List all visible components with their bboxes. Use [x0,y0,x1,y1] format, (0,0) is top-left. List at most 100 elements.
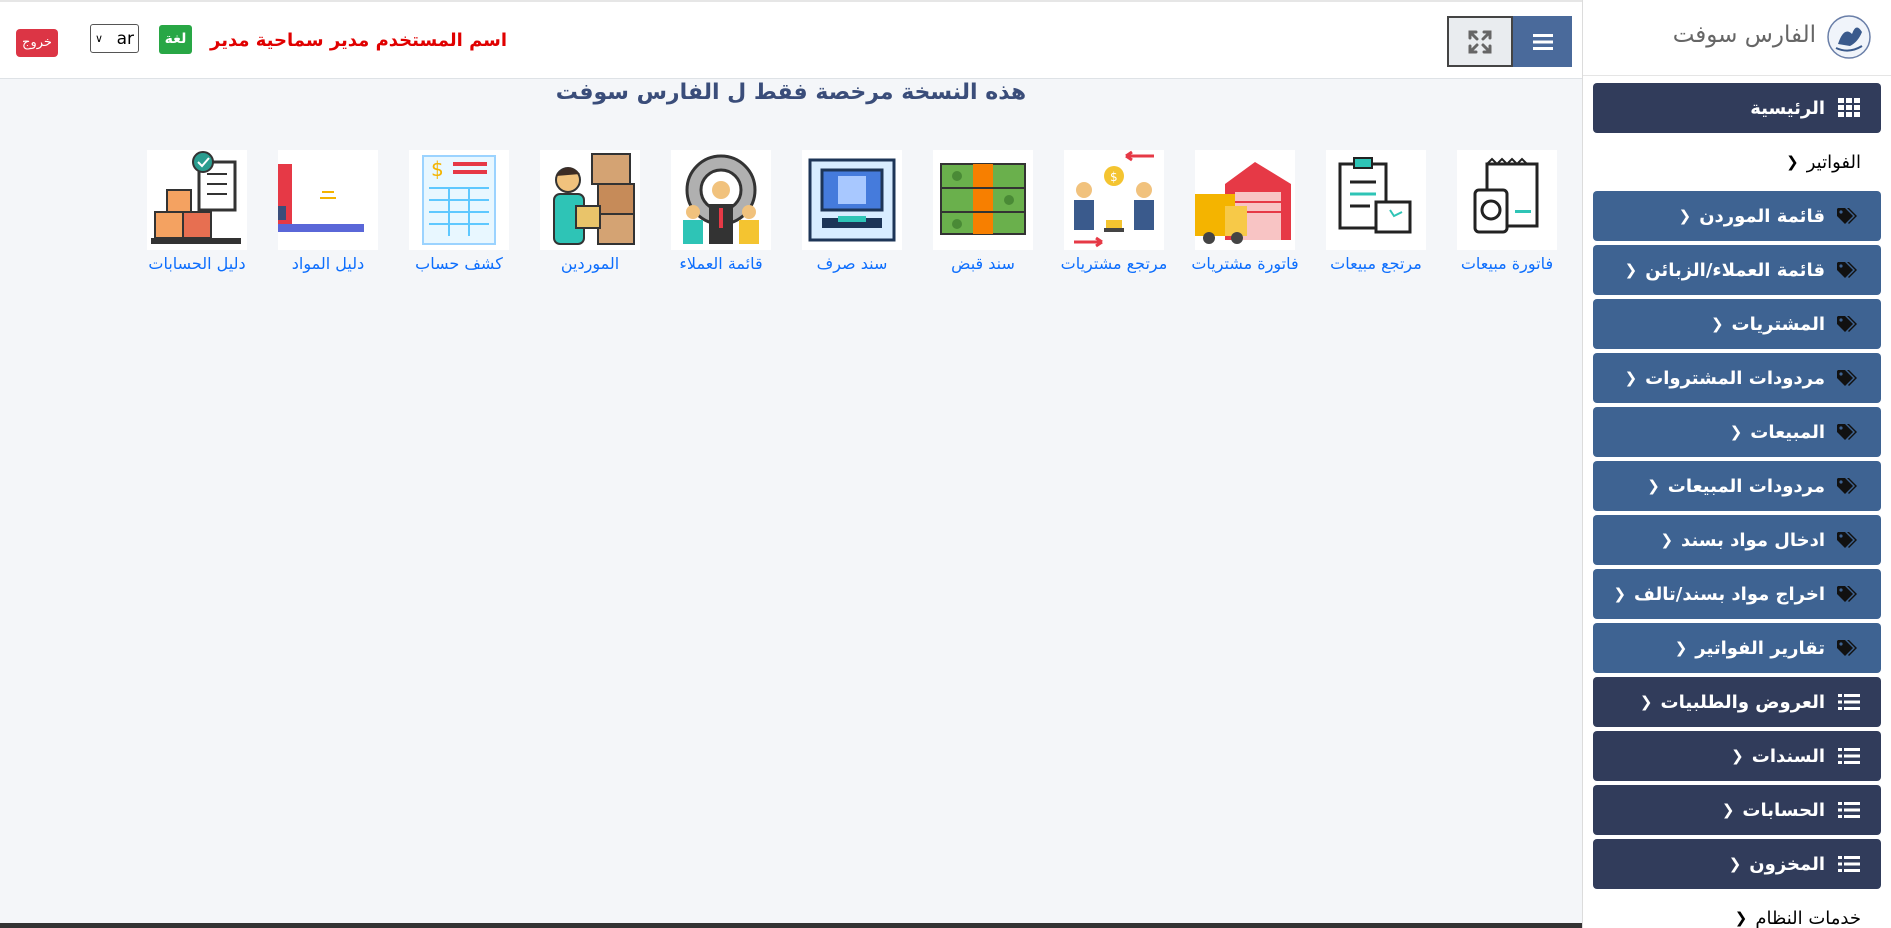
sales-return-icon [1338,157,1412,234]
chevron-down-icon: ∨ [95,32,104,45]
grid-icon [1837,98,1861,118]
sidebar-item-label: مردودات المشتروات [1645,367,1825,389]
language-badge: لغة [159,25,192,54]
payment-voucher-icon [808,158,896,242]
shortcut-label: فاتورة مبيعات [1460,254,1554,273]
username-label: اسم المستخدم مدير [329,30,508,51]
sidebar-item-label: ادخال مواد بسند [1681,529,1825,551]
tag-icon [1837,260,1861,280]
chevron-left-icon: ❮ [1624,369,1638,387]
shortcut-purchase-return[interactable]: $ مرتجع مشتريات [1049,150,1179,273]
shortcut-purchase-invoice[interactable]: فاتورة مشتريات [1180,150,1310,273]
suppliers-icon [553,153,635,245]
sidebar-nav: الرئيسية الفواتير ❮ قائمة الموردن ❮ قائم… [1593,83,1881,928]
sidebar-item-customers-list[interactable]: قائمة العملاء/الزبائن ❮ [1593,245,1881,295]
sidebar-item-vouchers[interactable]: السندات ❮ [1593,731,1881,781]
sidebar-item-label: اخراج مواد بسند/تالف [1634,583,1825,605]
receipt-voucher-icon [940,163,1026,235]
sidebar-item-sales-returns[interactable]: مردودات المبيعات ❮ [1593,461,1881,511]
sidebar-item-label: قائمة الموردن [1699,205,1825,227]
shortcut-label: دليل المواد [291,254,365,273]
chevron-left-icon: ❮ [1678,207,1692,225]
tag-icon [1837,368,1861,388]
user-info: اسم المستخدم مدير سماحية مدير [194,30,507,51]
sidebar-item-label: قائمة العملاء/الزبائن [1645,259,1825,281]
customers-icon [683,154,759,244]
brand-name: الفارس سوفت [1672,22,1816,48]
shortcut-label: كشف حساب [415,254,503,273]
shortcut-account-statement[interactable]: $ كشف حساب [394,150,524,273]
menu-toggle-button[interactable] [1513,16,1572,67]
shortcut-grid: فاتورة مبيعات مرتجع مبيعات فاتورة مشتريا… [0,150,1582,280]
sidebar-item-suppliers-list[interactable]: قائمة الموردن ❮ [1593,191,1881,241]
permission-label: سماحية مدير [210,30,324,51]
sidebar-item-materials-out[interactable]: اخراج مواد بسند/تالف ❮ [1593,569,1881,619]
sidebar-item-label: المشتريات [1731,313,1825,335]
shortcut-receipt-voucher[interactable]: سند قبض [918,150,1048,273]
tag-icon [1837,206,1861,226]
tag-icon [1837,584,1861,604]
shortcut-label: قائمة العملاء [679,254,763,273]
shortcut-label: مرتجع مشتريات [1060,254,1168,273]
sidebar-item-home[interactable]: الرئيسية [1593,83,1881,133]
license-notice: هذه النسخة مرخصة فقط ل الفارس سوفت [555,80,1027,105]
tag-icon [1837,530,1861,550]
expand-icon [1468,30,1492,53]
shortcut-label: فاتورة مشتريات [1191,254,1299,273]
tag-icon [1837,422,1861,442]
shortcut-sales-invoice[interactable]: فاتورة مبيعات [1442,150,1572,273]
chevron-left-icon: ❮ [1647,477,1660,495]
sidebar-item-label: العروض والطلبيات [1660,691,1826,713]
materials-guide-icon [278,164,364,232]
sidebar-item-accounts[interactable]: الحسابات ❮ [1593,785,1881,835]
sidebar-item-purchase-returns[interactable]: مردودات المشتروات ❮ [1593,353,1881,403]
sidebar-item-offers-orders[interactable]: العروض والطلبيات ❮ [1593,677,1881,727]
fullscreen-button[interactable] [1447,16,1513,67]
svg-text:$: $ [431,157,444,181]
sidebar-item-purchases[interactable]: المشتريات ❮ [1593,299,1881,349]
sidebar-item-system-services[interactable]: خدمات النظام ❮ [1593,893,1881,928]
shortcut-label: الموردين [560,254,620,273]
sidebar-item-inventory[interactable]: المخزون ❮ [1593,839,1881,889]
list-icon [1837,854,1861,874]
list-icon [1837,746,1861,766]
chevron-left-icon: ❮ [1721,801,1735,819]
account-statement-icon: $ [422,155,496,245]
shortcut-label: سند قبض [951,254,1015,273]
chevron-left-icon: ❮ [1624,261,1638,279]
sidebar-item-label: تقارير الفواتير [1695,637,1825,659]
shortcut-payment-voucher[interactable]: سند صرف [787,150,917,273]
tag-icon [1837,314,1861,334]
shortcut-materials-guide[interactable]: دليل المواد [263,150,393,273]
svg-text:$: $ [1110,170,1118,184]
sidebar-item-sales[interactable]: المبيعات ❮ [1593,407,1881,457]
list-icon [1837,800,1861,820]
bottom-scrollbar[interactable] [0,923,1582,928]
shortcut-customers[interactable]: قائمة العملاء [656,150,786,273]
shortcut-sales-return[interactable]: مرتجع مبيعات [1311,150,1441,273]
sidebar-item-materials-in[interactable]: ادخال مواد بسند ❮ [1593,515,1881,565]
sidebar-item-label: مردودات المبيعات [1667,475,1825,497]
language-select[interactable]: ∨ ar [90,24,139,53]
sidebar-item-label: الحسابات [1742,799,1825,821]
chevron-left-icon: ❮ [1728,855,1742,873]
brand[interactable]: الفارس سوفت [1583,0,1891,76]
purchase-invoice-icon [1195,162,1291,244]
brand-logo-icon [1827,15,1871,59]
sidebar-item-invoice-reports[interactable]: تقارير الفواتير ❮ [1593,623,1881,673]
sidebar-item-label: الرئيسية [1750,97,1825,119]
sidebar-item-label: المخزون [1749,853,1825,875]
sidebar-item-invoices[interactable]: الفواتير ❮ [1593,137,1881,187]
sidebar-item-label: السندات [1751,745,1825,767]
sidebar-item-label: خدمات النظام [1755,907,1861,928]
shortcut-accounts-guide[interactable]: دليل الحسابات [132,150,262,273]
purchase-return-icon: $ [1074,150,1154,248]
sidebar-item-label: المبيعات [1750,421,1825,443]
chevron-left-icon: ❮ [1786,153,1799,171]
list-icon [1837,692,1861,712]
shortcut-suppliers[interactable]: الموردين [525,150,655,273]
hamburger-icon [1532,33,1553,50]
chevron-left-icon: ❮ [1729,423,1743,441]
logout-button[interactable]: خروج [16,29,58,57]
chevron-left-icon: ❮ [1734,909,1748,927]
